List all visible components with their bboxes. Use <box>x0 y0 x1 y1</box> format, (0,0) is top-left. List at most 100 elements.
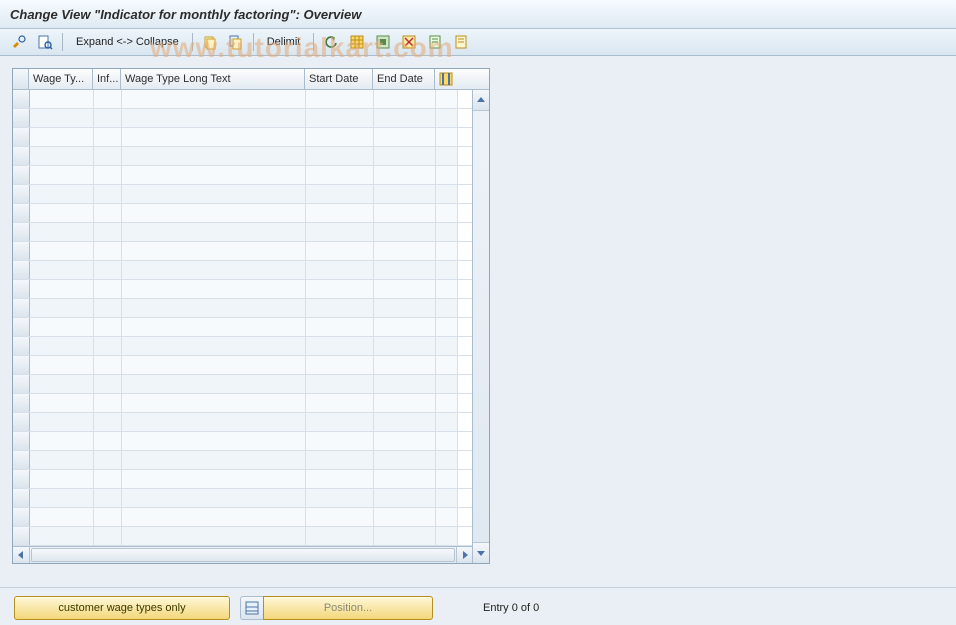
table-cell[interactable] <box>30 185 94 203</box>
table-cell[interactable] <box>374 109 436 127</box>
table-cell[interactable] <box>30 337 94 355</box>
table-cell[interactable] <box>94 185 122 203</box>
table-cell[interactable] <box>374 204 436 222</box>
table-cell[interactable] <box>122 337 306 355</box>
other-view-button[interactable] <box>34 32 56 52</box>
table-cell[interactable] <box>436 318 458 336</box>
row-selector[interactable] <box>13 299 30 317</box>
table-cell[interactable] <box>122 527 306 545</box>
table-cell[interactable] <box>122 299 306 317</box>
table-cell[interactable] <box>94 280 122 298</box>
row-selector[interactable] <box>13 185 30 203</box>
hscroll-thumb[interactable] <box>31 548 455 562</box>
table-cell[interactable] <box>30 223 94 241</box>
table-cell[interactable] <box>94 147 122 165</box>
scroll-left-button[interactable] <box>13 547 30 563</box>
table-cell[interactable] <box>436 280 458 298</box>
table-cell[interactable] <box>306 299 374 317</box>
copy-button[interactable] <box>199 32 221 52</box>
col-header-wage-type-long[interactable]: Wage Type Long Text <box>121 69 305 89</box>
table-cell[interactable] <box>94 375 122 393</box>
table-cell[interactable] <box>306 280 374 298</box>
table-cell[interactable] <box>30 470 94 488</box>
table-cell[interactable] <box>30 432 94 450</box>
table-cell[interactable] <box>94 508 122 526</box>
table-cell[interactable] <box>374 451 436 469</box>
row-selector[interactable] <box>13 147 30 165</box>
table-cell[interactable] <box>306 337 374 355</box>
row-selector-header[interactable] <box>13 69 29 89</box>
table-cell[interactable] <box>30 318 94 336</box>
select-block-button[interactable] <box>372 32 394 52</box>
table-cell[interactable] <box>30 375 94 393</box>
table-cell[interactable] <box>30 489 94 507</box>
deselect-all-button[interactable] <box>398 32 420 52</box>
scroll-right-button[interactable] <box>456 547 473 563</box>
table-cell[interactable] <box>306 147 374 165</box>
table-cell[interactable] <box>122 318 306 336</box>
table-cell[interactable] <box>436 489 458 507</box>
table-cell[interactable] <box>374 413 436 431</box>
table-cell[interactable] <box>122 90 306 108</box>
row-selector[interactable] <box>13 204 30 222</box>
table-cell[interactable] <box>436 242 458 260</box>
scroll-up-button[interactable] <box>473 90 489 111</box>
table-cell[interactable] <box>122 242 306 260</box>
table-cell[interactable] <box>94 223 122 241</box>
table-cell[interactable] <box>30 527 94 545</box>
table-cell[interactable] <box>374 356 436 374</box>
table-cell[interactable] <box>94 451 122 469</box>
table-cell[interactable] <box>306 185 374 203</box>
table-cell[interactable] <box>94 489 122 507</box>
table-cell[interactable] <box>436 223 458 241</box>
table-cell[interactable] <box>306 489 374 507</box>
table-cell[interactable] <box>436 413 458 431</box>
table-cell[interactable] <box>30 147 94 165</box>
undo-button[interactable] <box>320 32 342 52</box>
table-cell[interactable] <box>30 204 94 222</box>
row-selector[interactable] <box>13 128 30 146</box>
row-selector[interactable] <box>13 109 30 127</box>
table-cell[interactable] <box>122 261 306 279</box>
table-cell[interactable] <box>374 147 436 165</box>
col-header-end-date[interactable]: End Date <box>373 69 435 89</box>
row-selector[interactable] <box>13 508 30 526</box>
table-cell[interactable] <box>436 356 458 374</box>
table-cell[interactable] <box>436 166 458 184</box>
table-cell[interactable] <box>122 109 306 127</box>
table-cell[interactable] <box>436 90 458 108</box>
col-header-infotype[interactable]: Inf... <box>93 69 121 89</box>
customer-wage-types-button[interactable]: customer wage types only <box>14 596 230 620</box>
row-selector[interactable] <box>13 470 30 488</box>
copy-as-button[interactable] <box>225 32 247 52</box>
table-cell[interactable] <box>374 90 436 108</box>
table-cell[interactable] <box>436 185 458 203</box>
table-cell[interactable] <box>306 128 374 146</box>
table-cell[interactable] <box>374 261 436 279</box>
table-cell[interactable] <box>94 166 122 184</box>
table-cell[interactable] <box>306 413 374 431</box>
table-cell[interactable] <box>436 147 458 165</box>
table-cell[interactable] <box>122 394 306 412</box>
expand-collapse-button[interactable]: Expand <-> Collapse <box>69 31 186 53</box>
scroll-down-button[interactable] <box>473 542 489 563</box>
table-cell[interactable] <box>94 109 122 127</box>
table-cell[interactable] <box>94 318 122 336</box>
table-cell[interactable] <box>122 375 306 393</box>
position-button[interactable]: Position... <box>263 596 433 620</box>
delimit-button[interactable]: Delimit <box>260 31 308 53</box>
table-cell[interactable] <box>30 166 94 184</box>
row-selector[interactable] <box>13 90 30 108</box>
table-cell[interactable] <box>436 337 458 355</box>
table-cell[interactable] <box>122 489 306 507</box>
table-cell[interactable] <box>374 508 436 526</box>
table-cell[interactable] <box>122 280 306 298</box>
display-change-button[interactable] <box>8 32 30 52</box>
table-cell[interactable] <box>374 527 436 545</box>
table-cell[interactable] <box>122 413 306 431</box>
table-cell[interactable] <box>122 204 306 222</box>
table-cell[interactable] <box>436 128 458 146</box>
table-cell[interactable] <box>122 147 306 165</box>
table-cell[interactable] <box>30 356 94 374</box>
table-cell[interactable] <box>306 242 374 260</box>
